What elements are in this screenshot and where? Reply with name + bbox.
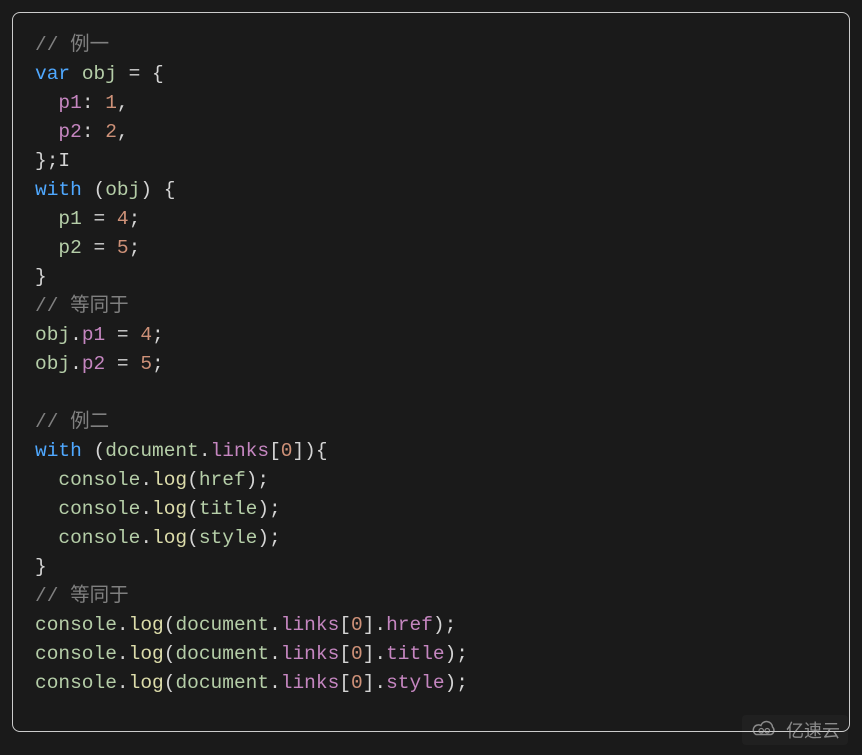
code-block: // 例一 var obj = { p1: 1, p2: 2, };I with… [12,12,850,732]
watermark: 亿速云 [742,715,848,745]
code-content: // 例一 var obj = { p1: 1, p2: 2, };I with… [35,31,827,698]
keyword-var: var [35,63,70,85]
cloud-icon [750,719,780,741]
number: 1 [105,92,117,114]
watermark-text: 亿速云 [786,717,840,743]
fn-log: log [152,469,187,491]
comment-line: // 等同于 [35,585,129,607]
number: 2 [105,121,117,143]
keyword-with: with [35,179,82,201]
comment-line: // 等同于 [35,295,129,317]
comment-line: // 例二 [35,411,109,433]
ident-obj: obj [82,63,117,85]
prop-p1: p1 [58,92,81,114]
prop-p2: p2 [58,121,81,143]
comment-line: // 例一 [35,34,109,56]
text-cursor: I [58,150,70,172]
